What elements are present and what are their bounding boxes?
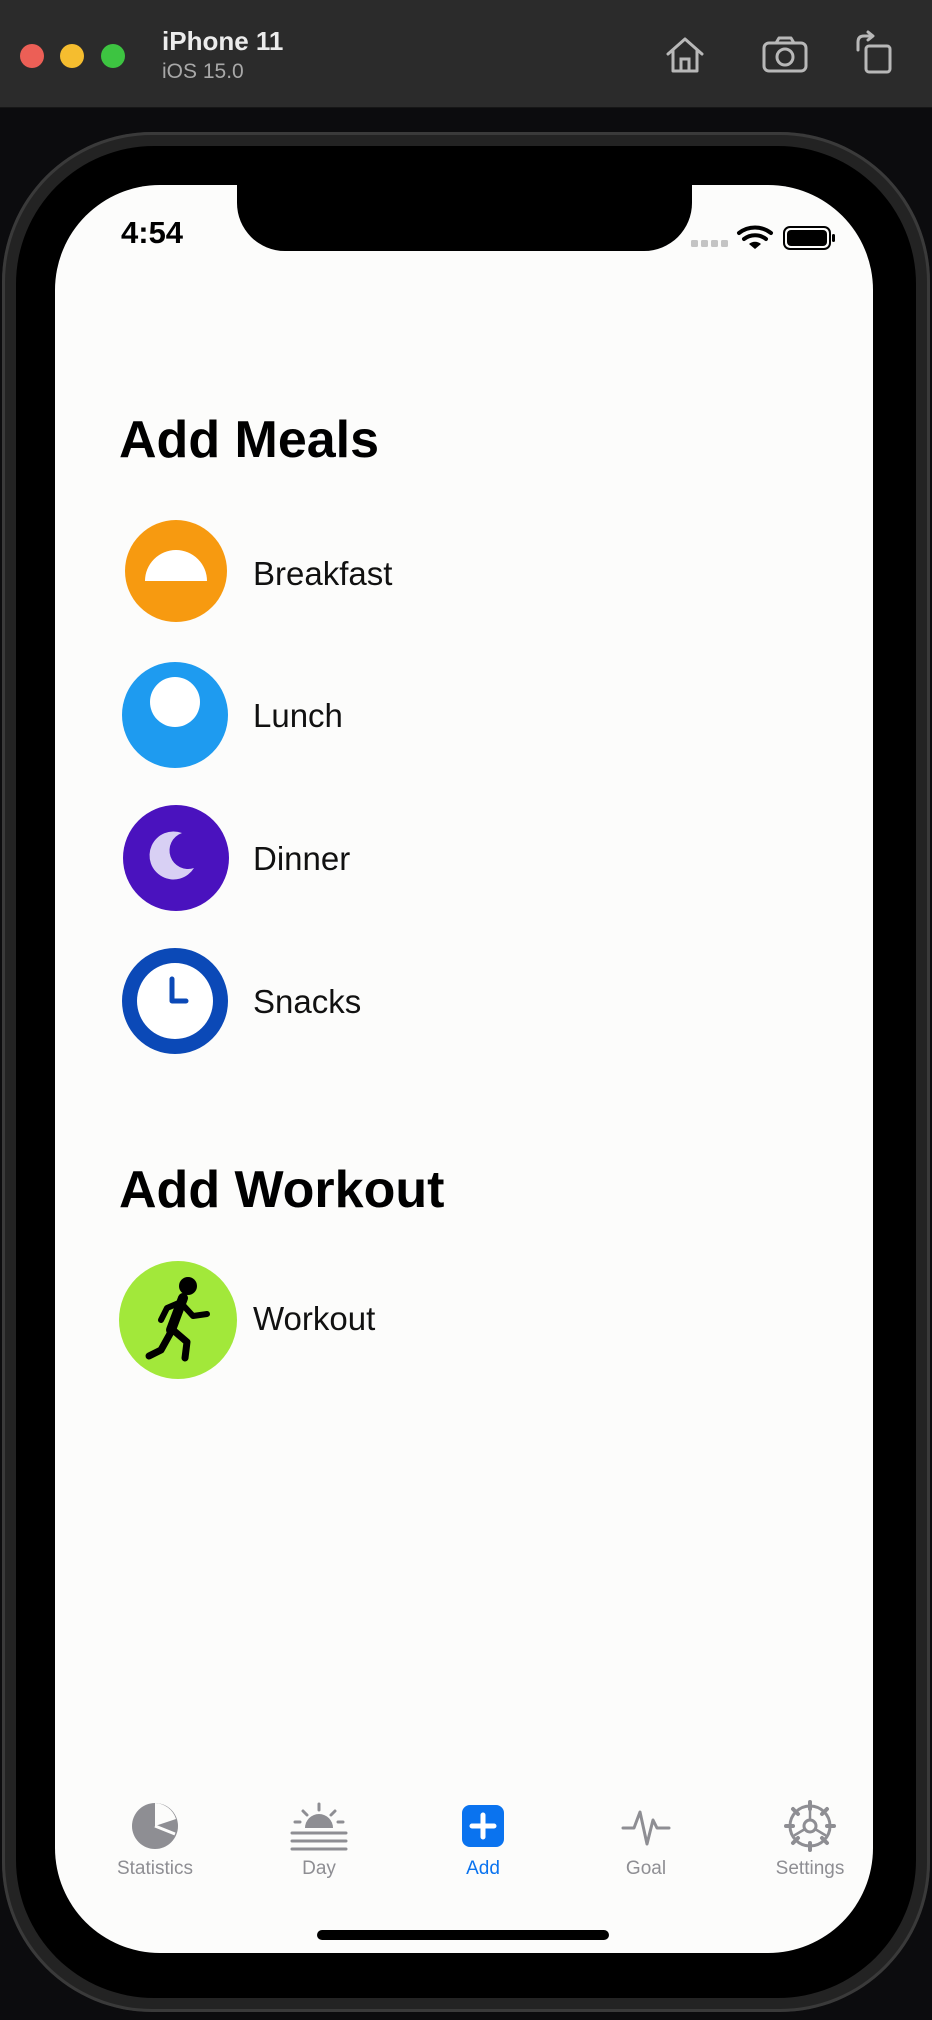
home-indicator[interactable]	[317, 1930, 609, 1940]
rotate-icon	[856, 30, 892, 74]
app-screen: 4:54 Add Meals Breakfast Lunch Dinner Sn…	[55, 185, 873, 1953]
tab-goal[interactable]: Goal	[571, 1800, 721, 1910]
tab-label-day: Day	[302, 1858, 336, 1879]
meal-label-lunch: Lunch	[253, 697, 343, 734]
screenshot-icon	[762, 36, 808, 73]
tab-settings[interactable]: Settings	[735, 1800, 873, 1910]
tab-label-goal: Goal	[625, 1858, 667, 1879]
tab-bar: Statistics Day Add Goal Settings	[55, 1800, 873, 1910]
waveform-icon	[621, 1810, 671, 1846]
meal-label-dinner: Dinner	[253, 840, 351, 877]
tab-add[interactable]: Add	[408, 1800, 558, 1910]
tab-statistics[interactable]: Statistics	[80, 1800, 230, 1910]
sunrise-icon	[125, 520, 227, 622]
home-button[interactable]	[660, 30, 710, 78]
tab-label-add: Add	[466, 1858, 500, 1879]
add-workout-heading: Add Workout	[119, 1161, 445, 1219]
meal-row-breakfast[interactable]: Breakfast	[119, 515, 719, 635]
sun-icon	[122, 662, 228, 768]
tab-label-statistics: Statistics	[116, 1858, 194, 1879]
simulator-device-name: iPhone 11	[162, 26, 284, 56]
workout-row[interactable]: Workout	[119, 1258, 719, 1379]
gear-icon	[784, 1800, 836, 1852]
tab-label-settings: Settings	[775, 1858, 845, 1879]
meal-row-snacks[interactable]: Snacks	[119, 943, 719, 1063]
add-meals-heading: Add Meals	[119, 411, 380, 469]
cellular-icon	[691, 240, 728, 247]
running-figure-icon	[119, 1261, 237, 1379]
window-minimize-button[interactable]	[60, 44, 84, 68]
meal-row-dinner[interactable]: Dinner	[119, 800, 719, 920]
tab-day[interactable]: Day	[244, 1800, 394, 1910]
moon-icon	[123, 805, 229, 911]
status-bar-time: 4:54	[121, 215, 184, 250]
window-close-button[interactable]	[20, 44, 44, 68]
screenshot-button[interactable]	[760, 30, 810, 78]
simulator-os-version: iOS 15.0	[162, 60, 244, 83]
window-zoom-button[interactable]	[101, 44, 125, 68]
sunrise-lines-icon	[290, 1802, 348, 1851]
meal-row-lunch[interactable]: Lunch	[119, 657, 719, 777]
clock-icon	[122, 948, 228, 1054]
rotate-button[interactable]	[850, 30, 900, 78]
wifi-icon	[737, 225, 773, 249]
battery-icon	[783, 226, 835, 250]
notch	[237, 185, 692, 251]
home-icon	[666, 37, 704, 73]
meal-label-breakfast: Breakfast	[253, 555, 393, 592]
plus-square-icon	[462, 1805, 504, 1847]
workout-label: Workout	[253, 1300, 376, 1337]
status-bar-indicators	[691, 223, 841, 253]
pie-chart-icon	[132, 1803, 178, 1849]
simulator-title-bar: iPhone 11 iOS 15.0	[0, 0, 932, 108]
meal-label-snacks: Snacks	[253, 983, 362, 1020]
